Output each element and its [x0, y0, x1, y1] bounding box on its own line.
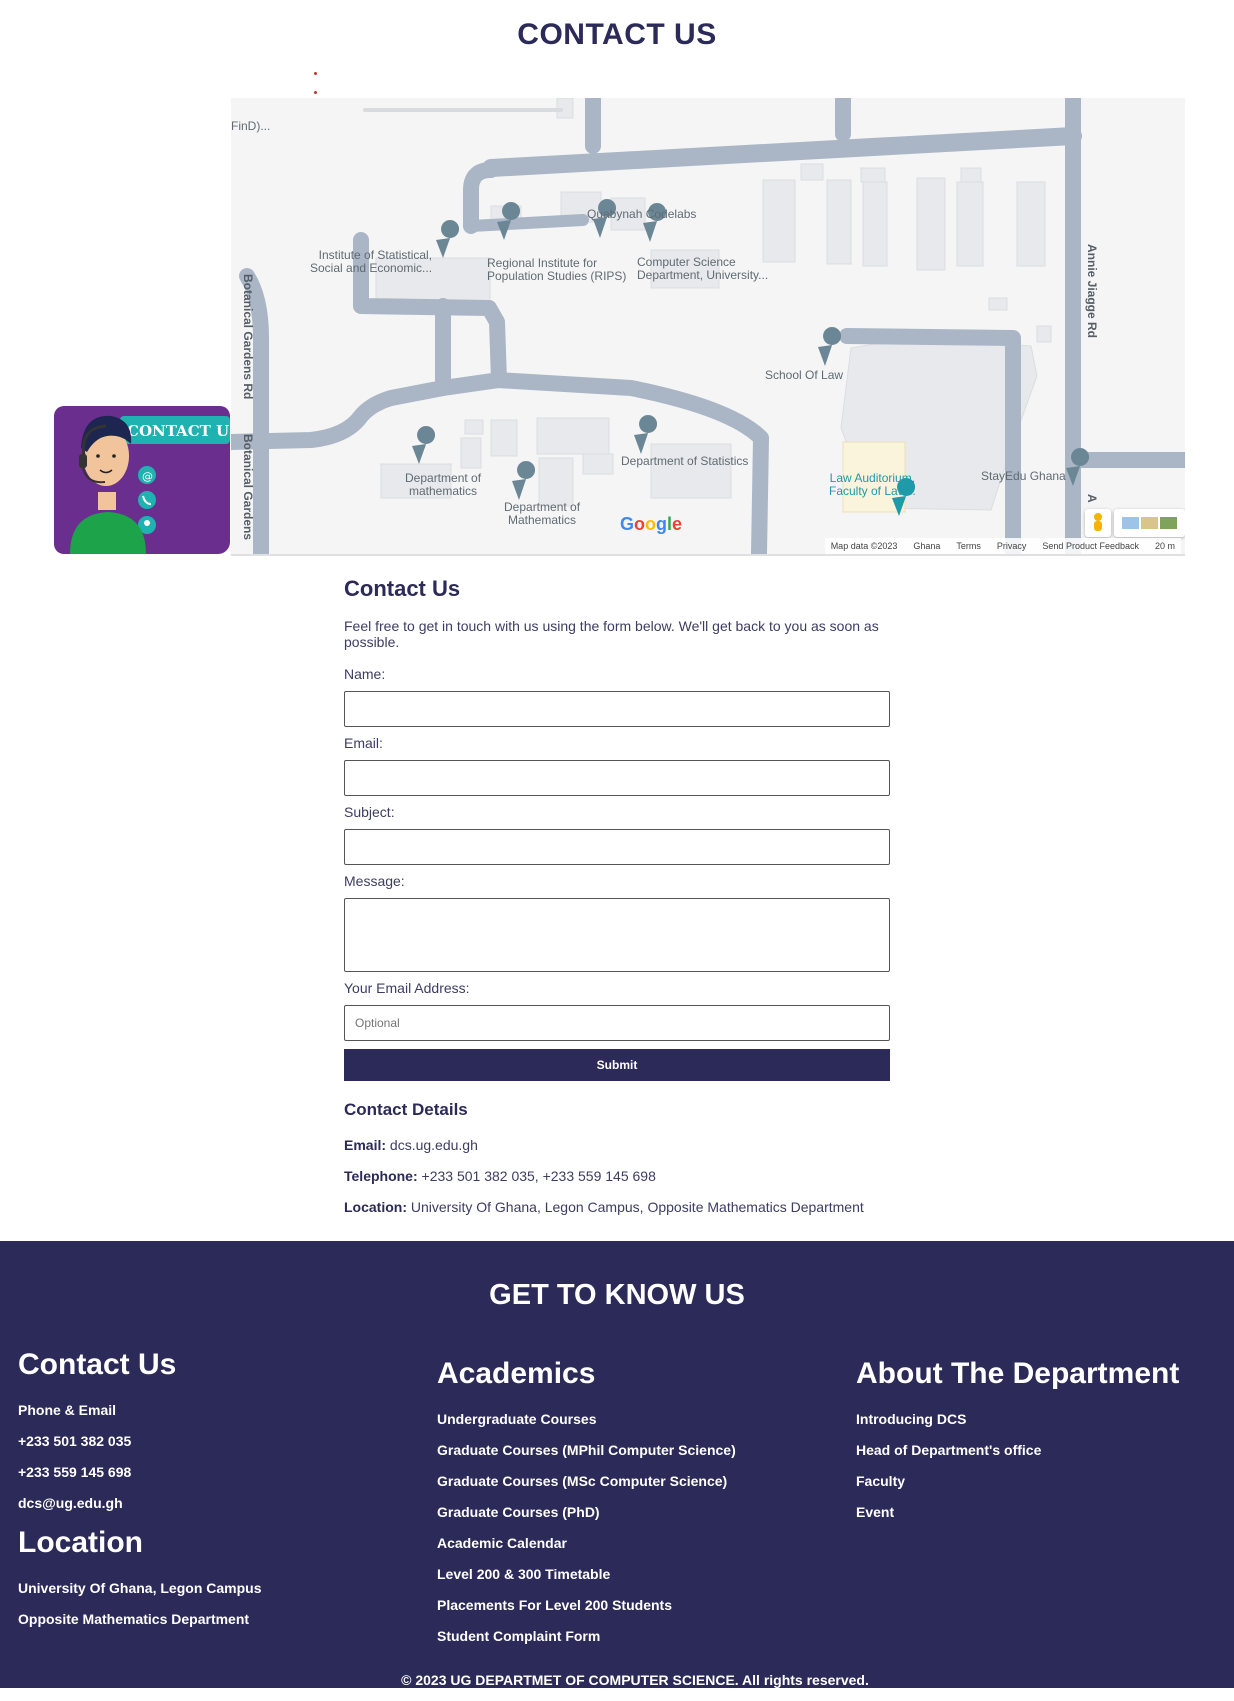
map-place-label[interactable]: Quabynah Codelabs: [587, 208, 696, 221]
google-logo: Google: [620, 514, 683, 534]
detail-email-label: Email:: [344, 1137, 387, 1153]
detail-location: Location: University Of Ghana, Legon Cam…: [344, 1199, 890, 1215]
subject-input[interactable]: [344, 829, 890, 865]
email-input[interactable]: [344, 760, 890, 796]
footer-about-column: About The Department Introducing DCS Hea…: [856, 1357, 1179, 1535]
name-label: Name:: [344, 666, 386, 682]
footer-about-link[interactable]: Event: [856, 1504, 1179, 1521]
road-label: Botanical Gardens: [241, 434, 255, 541]
footer-email-link[interactable]: dcs@ug.edu.gh: [18, 1495, 262, 1512]
subject-label: Subject:: [344, 804, 395, 820]
map-place-label[interactable]: Institute of Statistical, Social and Eco…: [310, 249, 432, 275]
footer-contact-column: Contact Us Phone & Email +233 501 382 03…: [18, 1348, 262, 1642]
map-place-label[interactable]: Regional Institute for Population Studie…: [487, 257, 626, 283]
footer-phone-link[interactable]: +233 501 382 035: [18, 1433, 262, 1450]
message-label: Message:: [344, 873, 405, 889]
map-place-label[interactable]: Computer Science Department, University.…: [637, 256, 768, 282]
detail-location-label: Location:: [344, 1199, 407, 1215]
map-scale[interactable]: 20 m: [1155, 541, 1175, 551]
map-place-label[interactable]: School Of Law: [765, 369, 843, 382]
map-place-label[interactable]: Department of Statistics: [621, 455, 748, 468]
map-place-label[interactable]: Law Auditorium, Faculty of Law...: [829, 472, 916, 498]
detail-location-value: University Of Ghana, Legon Campus, Oppos…: [410, 1199, 864, 1215]
footer-about-link[interactable]: Head of Department's office: [856, 1442, 1179, 1459]
footer-about-heading: About The Department: [856, 1357, 1180, 1390]
email-label: Email:: [344, 735, 383, 751]
your-email-label: Your Email Address:: [344, 980, 470, 996]
map-place-label[interactable]: FinD)...: [231, 120, 270, 133]
detail-telephone-value: +233 501 382 035, +233 559 145 698: [421, 1168, 656, 1184]
road-label: Botanical Gardens Rd: [241, 274, 255, 400]
your-email-input[interactable]: [344, 1005, 890, 1041]
footer-title: GET TO KNOW US: [489, 1279, 745, 1311]
map-place-label[interactable]: Department of Mathematics: [504, 501, 580, 527]
footer-academics-column: Academics Undergraduate Courses Graduate…: [437, 1357, 736, 1659]
street-view-pegman-icon[interactable]: [1085, 509, 1111, 537]
site-footer: GET TO KNOW US Contact Us Phone & Email …: [0, 1241, 1234, 1688]
footer-academics-link[interactable]: Academic Calendar: [437, 1535, 736, 1552]
footer-about-link[interactable]: Faculty: [856, 1473, 1179, 1490]
submit-button[interactable]: Submit: [344, 1049, 890, 1081]
detail-telephone-label: Telephone:: [344, 1168, 418, 1184]
footer-academics-heading: Academics: [437, 1357, 596, 1390]
map-region-link[interactable]: Ghana: [913, 541, 940, 551]
map-privacy-link[interactable]: Privacy: [997, 541, 1027, 551]
footer-academics-link[interactable]: Undergraduate Courses: [437, 1411, 736, 1428]
footer-academics-link[interactable]: Student Complaint Form: [437, 1628, 736, 1645]
svg-text:@: @: [142, 470, 153, 483]
map-footer: Map data ©2023 Ghana Terms Privacy Send …: [824, 538, 1181, 554]
contact-form-section: Contact Us Feel free to get in touch wit…: [344, 576, 890, 1230]
map-data-text: Map data ©2023: [830, 541, 898, 551]
map-canvas: [231, 98, 1185, 554]
footer-location-item: University Of Ghana, Legon Campus: [18, 1580, 262, 1596]
name-input[interactable]: [344, 691, 890, 727]
form-heading: Contact Us: [344, 576, 461, 601]
message-textarea[interactable]: [344, 898, 890, 972]
map-layers-button[interactable]: [1114, 509, 1185, 537]
footer-contact-item: Phone & Email: [18, 1402, 117, 1418]
map-place-label[interactable]: Department of mathematics: [405, 472, 481, 498]
road-label: Annie Jiagge Rd: [1085, 244, 1099, 339]
map-feedback-link[interactable]: Send Product Feedback: [1042, 541, 1139, 551]
contact-us-illustration: CONTACT US @: [50, 396, 230, 554]
footer-contact-heading: Contact Us: [18, 1348, 177, 1381]
detail-telephone: Telephone: +233 501 382 035, +233 559 14…: [344, 1168, 890, 1184]
map-terms-link[interactable]: Terms: [956, 541, 981, 551]
footer-academics-link[interactable]: Placements For Level 200 Students: [437, 1597, 736, 1614]
footer-about-link[interactable]: Introducing DCS: [856, 1411, 1179, 1428]
footer-location-heading: Location: [18, 1526, 143, 1559]
footer-phone-link[interactable]: +233 559 145 698: [18, 1464, 262, 1481]
map-place-label[interactable]: StayEdu Ghana: [981, 470, 1066, 483]
road-label: A: [1085, 494, 1099, 503]
contact-details-heading: Contact Details: [344, 1100, 468, 1119]
page-title: CONTACT US: [517, 18, 717, 51]
copyright-text: © 2023 UG DEPARTMET OF COMPUTER SCIENCE.…: [401, 1672, 869, 1688]
detail-email: Email: dcs.ug.edu.gh: [344, 1137, 890, 1153]
footer-location-item: Opposite Mathematics Department: [18, 1611, 250, 1627]
illustration-badge-text: CONTACT US: [127, 422, 230, 440]
form-intro: Feel free to get in touch with us using …: [344, 618, 879, 650]
footer-academics-link[interactable]: Level 200 & 300 Timetable: [437, 1566, 736, 1583]
campus-map[interactable]: FinD)... Quabynah Codelabs Institute of …: [231, 98, 1185, 556]
footer-academics-link[interactable]: Graduate Courses (PhD): [437, 1504, 736, 1521]
footer-academics-link[interactable]: Graduate Courses (MSc Computer Science): [437, 1473, 736, 1490]
footer-academics-link[interactable]: Graduate Courses (MPhil Computer Science…: [437, 1442, 736, 1459]
detail-email-value: dcs.ug.edu.gh: [389, 1137, 478, 1153]
